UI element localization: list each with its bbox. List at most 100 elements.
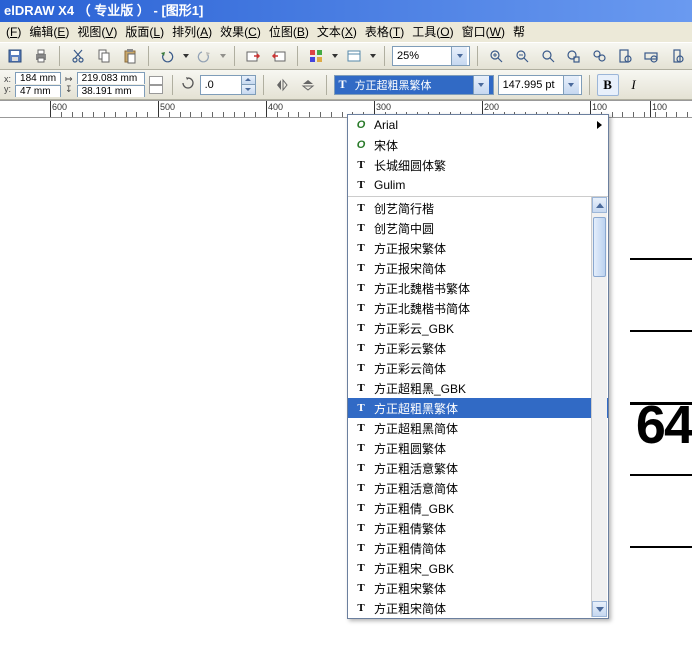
- font-list-item[interactable]: T方正粗宋简体: [348, 598, 608, 618]
- paste-button[interactable]: [119, 45, 141, 67]
- zoom-combo[interactable]: [392, 46, 470, 66]
- italic-button[interactable]: I: [623, 74, 645, 96]
- fontsize-input[interactable]: [499, 76, 563, 94]
- font-list-item[interactable]: T方正超粗黑_GBK: [348, 378, 608, 398]
- list-divider: [348, 196, 608, 197]
- menu-arrange[interactable]: 排列(A): [168, 22, 216, 42]
- zoom-out-button[interactable]: [511, 45, 533, 67]
- font-list-item[interactable]: T方正彩云简体: [348, 358, 608, 378]
- font-list-item[interactable]: O宋体: [348, 135, 608, 155]
- width-input[interactable]: [78, 73, 144, 84]
- font-list-item[interactable]: T方正超粗黑简体: [348, 418, 608, 438]
- separator: [384, 46, 385, 66]
- scroll-down-button[interactable]: [592, 601, 607, 617]
- zoom-input[interactable]: [393, 47, 451, 65]
- redo-dropdown[interactable]: [219, 54, 227, 58]
- zoom-selection-button[interactable]: [562, 45, 584, 67]
- font-name-label: 方正粗倩_GBK: [374, 500, 454, 517]
- font-dropdown-button[interactable]: [473, 76, 489, 94]
- menu-table[interactable]: 表格(T): [361, 22, 408, 42]
- font-list-scrollbar[interactable]: [591, 197, 607, 617]
- import-button[interactable]: [242, 45, 264, 67]
- font-list-item[interactable]: T 方正粗倩_GBK: [348, 498, 608, 518]
- y-input[interactable]: [16, 86, 60, 97]
- copy-button[interactable]: [93, 45, 115, 67]
- save-button[interactable]: [4, 45, 26, 67]
- app-launcher-button[interactable]: [305, 45, 327, 67]
- print-button[interactable]: [30, 45, 52, 67]
- fontsize-combo[interactable]: [498, 75, 582, 95]
- font-name-label: 方正粗倩简体: [374, 540, 446, 557]
- rotation-up[interactable]: [241, 76, 255, 86]
- font-list-item[interactable]: T方正报宋简体: [348, 258, 608, 278]
- font-type-icon: T: [354, 179, 368, 191]
- font-type-icon: T: [354, 502, 368, 514]
- font-list-item[interactable]: T方正粗活意繁体: [348, 458, 608, 478]
- font-list-item[interactable]: T长城细圆体繁: [348, 155, 608, 175]
- bold-button[interactable]: B: [597, 74, 619, 96]
- undo-dropdown[interactable]: [182, 54, 190, 58]
- fontsize-dropdown-button[interactable]: [563, 76, 579, 94]
- font-list-item[interactable]: T方正粗圆繁体: [348, 438, 608, 458]
- font-list-item[interactable]: T方正彩云繁体: [348, 338, 608, 358]
- font-list-item[interactable]: T方正粗倩繁体: [348, 518, 608, 538]
- menu-file[interactable]: (F): [2, 22, 25, 42]
- menu-view[interactable]: 视图(V): [73, 22, 121, 42]
- font-list-item[interactable]: TGulim: [348, 175, 608, 195]
- x-input[interactable]: [16, 73, 60, 84]
- cut-button[interactable]: [67, 45, 89, 67]
- scroll-thumb[interactable]: [593, 217, 606, 277]
- welcome-dropdown[interactable]: [369, 54, 377, 58]
- font-name-label: 方正彩云简体: [374, 360, 446, 377]
- app-title: elDRAW X4 （ 专业版 ） - [图形1]: [4, 3, 203, 18]
- lock-ratio[interactable]: [149, 76, 165, 94]
- font-list-item[interactable]: T方正粗宋繁体: [348, 578, 608, 598]
- mirror-h-button[interactable]: [271, 74, 293, 96]
- height-input[interactable]: [78, 86, 144, 97]
- menu-text[interactable]: 文本(X): [313, 22, 361, 42]
- separator: [234, 46, 235, 66]
- welcome-button[interactable]: [343, 45, 365, 67]
- menu-edit[interactable]: 编辑(E): [25, 22, 73, 42]
- font-list-item[interactable]: T方正超粗黑繁体: [348, 398, 608, 418]
- font-list-item[interactable]: T方正粗宋_GBK: [348, 558, 608, 578]
- rotation-down[interactable]: [241, 85, 255, 94]
- menu-bitmap[interactable]: 位图(B): [265, 22, 313, 42]
- rotation-input[interactable]: [201, 76, 241, 94]
- zoom-all-button[interactable]: [588, 45, 610, 67]
- zoom-page-button[interactable]: [614, 45, 636, 67]
- zoom-width-button[interactable]: [640, 45, 662, 67]
- font-list-item[interactable]: T创艺简中圆: [348, 218, 608, 238]
- font-list-item[interactable]: T方正报宋繁体: [348, 238, 608, 258]
- menu-effects[interactable]: 效果(C): [216, 22, 265, 42]
- app-launcher-dropdown[interactable]: [331, 54, 339, 58]
- menu-layout[interactable]: 版面(L): [121, 22, 168, 42]
- font-input[interactable]: [351, 76, 473, 94]
- zoom-in-button[interactable]: [485, 45, 507, 67]
- undo-button[interactable]: [156, 45, 178, 67]
- menu-window[interactable]: 窗口(W): [458, 22, 509, 42]
- scroll-up-button[interactable]: [592, 197, 607, 213]
- menu-tools[interactable]: 工具(O): [408, 22, 457, 42]
- font-list-item[interactable]: T方正北魏楷书简体: [348, 298, 608, 318]
- font-type-icon: T: [354, 262, 368, 274]
- font-list-item[interactable]: T方正彩云_GBK: [348, 318, 608, 338]
- zoom-onetoone-button[interactable]: [537, 45, 559, 67]
- font-list-item[interactable]: T创艺简行楷: [348, 198, 608, 218]
- font-list-item[interactable]: T方正北魏楷书繁体: [348, 278, 608, 298]
- font-combo[interactable]: T: [334, 75, 494, 95]
- rotation-field[interactable]: [200, 75, 256, 95]
- mirror-v-button[interactable]: [297, 74, 319, 96]
- font-list-item[interactable]: T方正粗倩简体: [348, 538, 608, 558]
- zoom-dropdown-button[interactable]: [451, 47, 467, 65]
- menu-help[interactable]: 帮: [509, 22, 529, 42]
- font-name-label: 方正彩云_GBK: [374, 320, 454, 337]
- font-name-label: 方正粗活意繁体: [374, 460, 458, 477]
- font-list-item[interactable]: OArial: [348, 115, 608, 135]
- font-list-item[interactable]: T方正粗活意简体: [348, 478, 608, 498]
- redo-button[interactable]: [194, 45, 216, 67]
- rotate-icon: [180, 75, 196, 94]
- zoom-height-button[interactable]: [666, 45, 688, 67]
- export-button[interactable]: [268, 45, 290, 67]
- font-name-label: 方正北魏楷书简体: [374, 300, 470, 317]
